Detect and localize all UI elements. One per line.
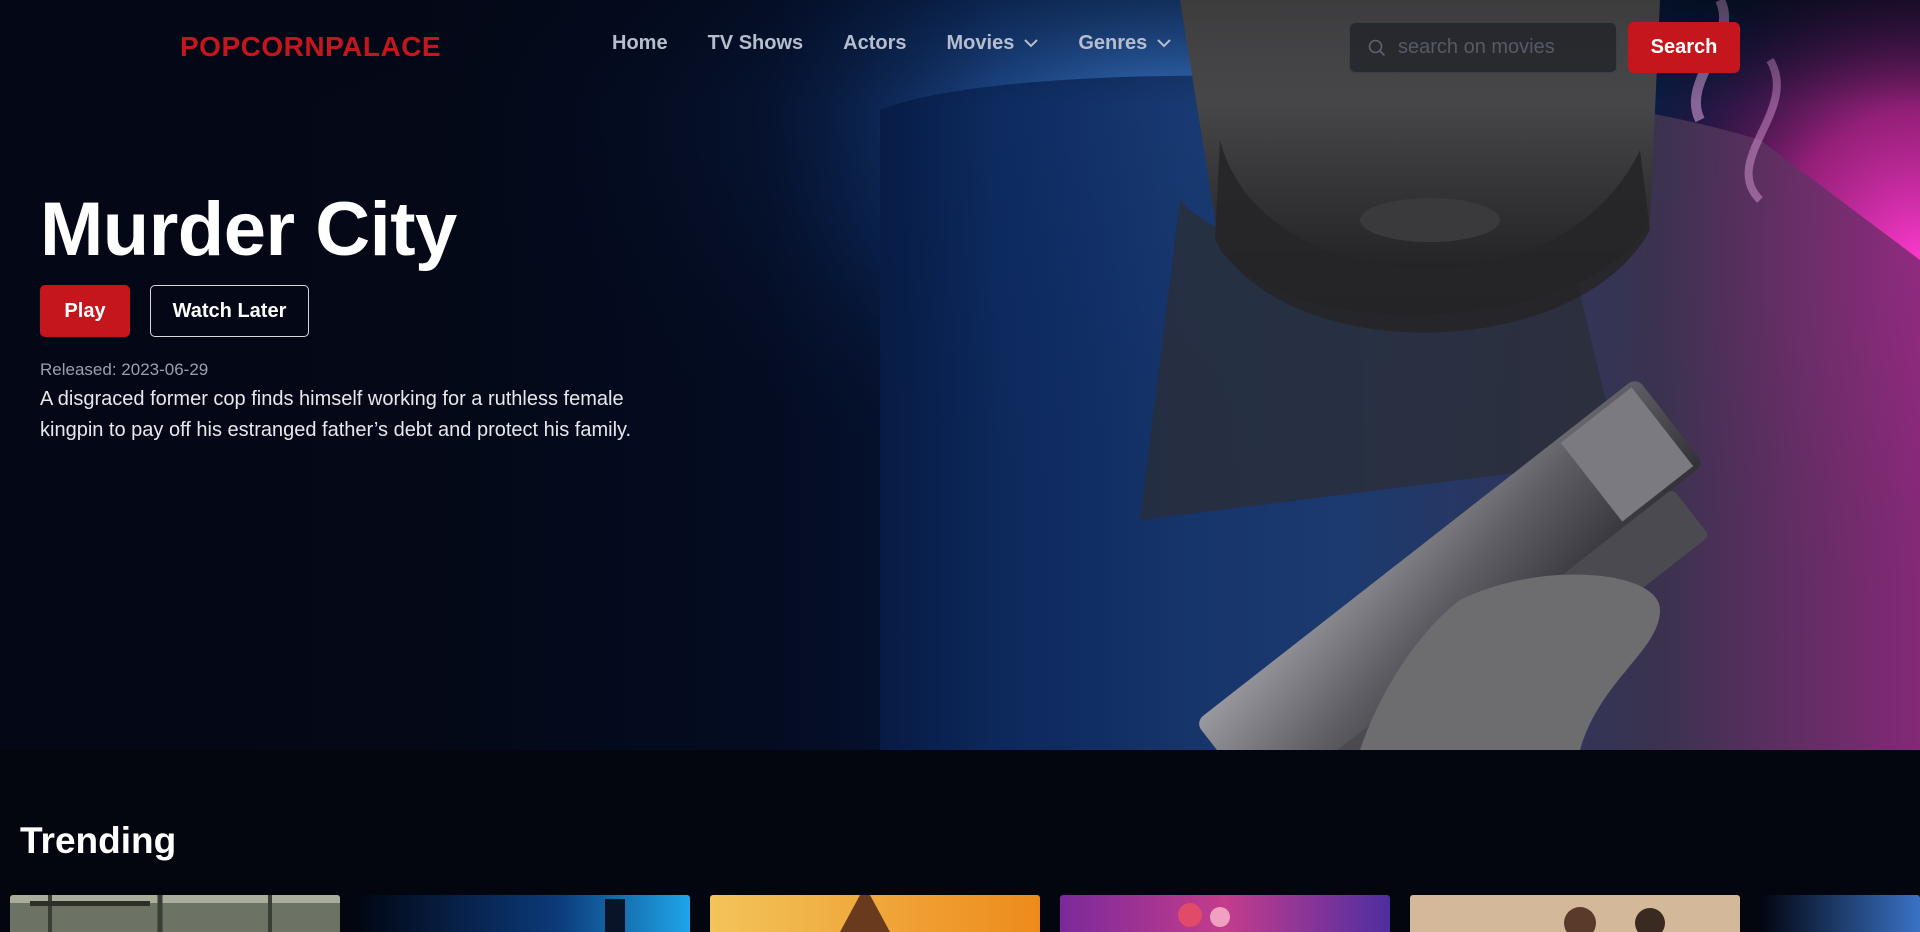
poster-image [1760,895,1920,932]
poster-image [360,895,690,932]
trending-card[interactable] [360,895,690,932]
watch-later-button[interactable]: Watch Later [150,285,309,337]
poster-image [710,895,1040,932]
main-nav: Home TV Shows Actors Movies Genres [612,32,1211,55]
search-icon [1368,39,1386,56]
trending-card[interactable] [710,895,1040,932]
app-root: POPCORNPALACE Home TV Shows Actors Movie… [0,0,1920,932]
site-logo[interactable]: POPCORNPALACE [180,31,441,63]
poster-image [10,895,340,932]
trending-card[interactable] [1410,895,1740,932]
nav-dropdown-movies[interactable]: Movies [947,32,1039,55]
trending-card[interactable] [10,895,340,932]
chevron-down-icon [1157,39,1171,48]
search-input[interactable] [1398,36,1598,59]
release-label: Released: [40,360,117,379]
nav-link-label: Home [612,32,668,54]
nav-dropdown-genres[interactable]: Genres [1078,32,1171,55]
chevron-down-icon [1024,39,1039,48]
nav-link-actors[interactable]: Actors [843,32,906,55]
hero-banner: POPCORNPALACE Home TV Shows Actors Movie… [0,0,1920,750]
poster-image [1060,895,1390,932]
movie-overview: A disgraced former cop finds himself wor… [40,388,632,441]
nav-link-label: TV Shows [707,32,804,54]
top-navbar: POPCORNPALACE Home TV Shows Actors Movie… [0,0,1920,96]
trending-card[interactable] [1760,895,1920,932]
nav-link-label: Genres [1078,32,1148,54]
poster-image [1410,895,1740,932]
search-field[interactable] [1349,22,1617,73]
search-button[interactable]: Search [1628,22,1740,73]
release-date: Released: 2023-06-29 [40,360,208,380]
release-value: 2023-06-29 [121,360,209,379]
nav-link-tv-shows[interactable]: TV Shows [708,32,804,55]
play-button[interactable]: Play [40,285,130,337]
nav-link-label: Movies [946,32,1015,54]
trending-carousel [0,895,1920,932]
nav-link-home[interactable]: Home [612,32,668,55]
trending-card[interactable] [1060,895,1390,932]
nav-link-label: Actors [843,32,907,54]
movie-title: Murder City [40,187,457,272]
hero-gradient-overlay [0,0,1920,750]
trending-heading: Trending [20,820,177,861]
